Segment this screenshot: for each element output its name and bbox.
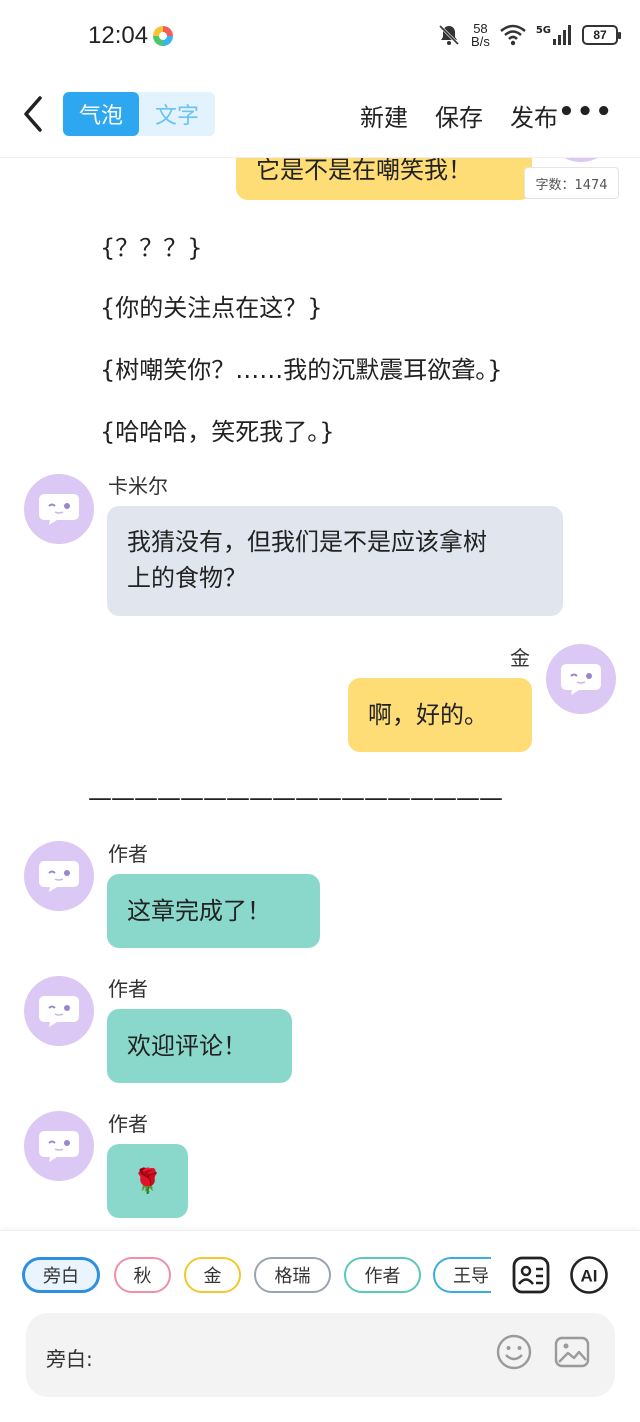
message-text: 这章完成了！	[127, 897, 271, 925]
message-bubble-partial[interactable]: 它是不是在嘲笑我！	[236, 158, 532, 200]
svg-text:AI: AI	[581, 1267, 598, 1286]
tab-bubble[interactable]: 气泡	[63, 92, 139, 136]
status-time: 12:04	[88, 22, 149, 49]
speaker-name: 卡米尔	[108, 474, 168, 498]
role-chip-narration[interactable]: 旁白	[22, 1257, 100, 1293]
speaker-name: 作者	[108, 977, 148, 1001]
avatar[interactable]	[546, 158, 616, 162]
role-chip-wangdao[interactable]: 王导	[433, 1257, 491, 1293]
role-chip-gerui[interactable]: 格瑞	[254, 1257, 331, 1293]
word-count-badge: 字数：1474	[524, 167, 619, 199]
message-input-box[interactable]: 旁白:	[26, 1313, 615, 1397]
status-indicators: 58 B/s 5G 87	[437, 18, 621, 52]
role-chip-author[interactable]: 作者	[344, 1257, 421, 1293]
new-button[interactable]: 新建	[360, 98, 408, 133]
rose-emoji: 🌹	[132, 1167, 163, 1195]
chat-bubble-face-icon	[559, 662, 603, 696]
tab-text[interactable]: 文字	[139, 92, 215, 136]
net-speed: 58 B/s	[471, 22, 490, 48]
message-bubble[interactable]: 啊，好的。	[348, 678, 532, 752]
avatar[interactable]	[546, 644, 616, 714]
avatar[interactable]	[24, 1111, 94, 1181]
message-input[interactable]	[106, 1335, 486, 1375]
publish-button[interactable]: 发布	[510, 98, 558, 133]
role-chip-qiu[interactable]: 秋	[114, 1257, 171, 1293]
narration-line[interactable]: {？？？}	[100, 228, 203, 263]
editor-toolbar: 气泡 文字 新建 保存 发布 •••	[0, 72, 640, 158]
image-icon[interactable]	[553, 1333, 591, 1371]
chat-bubble-face-icon	[37, 994, 81, 1028]
app-logo-icon	[153, 26, 173, 46]
ai-icon[interactable]: AI	[569, 1255, 609, 1295]
narration-line[interactable]: {你的关注点在这？}	[100, 288, 323, 323]
message-text: 欢迎评论！	[127, 1032, 247, 1060]
save-button[interactable]: 保存	[435, 98, 483, 133]
signal-bars-icon	[553, 25, 571, 45]
message-bubble[interactable]: 这章完成了！	[107, 874, 320, 948]
cell-signal: 5G	[536, 25, 572, 45]
message-text-line: 我猜没有，但我们是不是应该拿树	[127, 528, 487, 556]
avatar[interactable]	[24, 976, 94, 1046]
network-type: 5G	[535, 25, 551, 36]
chat-bubble-face-icon	[37, 859, 81, 893]
compose-panel: 旁白 秋 金 格瑞 作者 王导 AI 旁白:	[0, 1230, 640, 1422]
emoji-icon[interactable]	[495, 1333, 533, 1371]
mode-switch: 气泡 文字	[63, 92, 215, 136]
message-text: 它是不是在嘲笑我！	[256, 158, 472, 184]
chat-bubble-face-icon	[37, 492, 81, 526]
message-bubble[interactable]: 我猜没有，但我们是不是应该拿树 上的食物？	[107, 506, 563, 616]
battery-indicator: 87	[582, 25, 621, 45]
role-chip-jin[interactable]: 金	[184, 1257, 241, 1293]
more-menu-button[interactable]: •••	[558, 99, 614, 125]
mute-bell-icon	[438, 24, 460, 46]
message-text: 啊，好的。	[368, 701, 488, 729]
net-speed-unit: B/s	[471, 34, 490, 49]
avatar[interactable]	[24, 474, 94, 544]
contacts-card-icon[interactable]	[511, 1255, 551, 1295]
status-bar: 12:04 58 B/s 5G 87	[0, 0, 640, 72]
chat-bubble-face-icon	[37, 1129, 81, 1163]
message-bubble[interactable]: 欢迎评论！	[107, 1009, 292, 1083]
narration-line[interactable]: {哈哈哈，笑死我了。}	[100, 412, 335, 447]
message-bubble[interactable]: 🌹	[107, 1144, 188, 1218]
back-arrow-icon[interactable]	[18, 94, 50, 134]
chat-area[interactable]: 它是不是在嘲笑我！ 字数：1474 {？？？} {你的关注点在这？} {树嘲笑你…	[0, 158, 640, 1230]
chapter-divider[interactable]: ——————————————————	[88, 784, 503, 812]
wifi-icon	[500, 24, 526, 46]
message-text-line: 上的食物？	[127, 564, 247, 592]
avatar[interactable]	[24, 841, 94, 911]
input-role-label: 旁白:	[46, 1347, 93, 1371]
narration-line[interactable]: {树嘲笑你？……我的沉默震耳欲聋。}	[100, 350, 503, 385]
speaker-name: 金	[510, 646, 530, 670]
speaker-name: 作者	[108, 1112, 148, 1136]
speaker-name: 作者	[108, 842, 148, 866]
